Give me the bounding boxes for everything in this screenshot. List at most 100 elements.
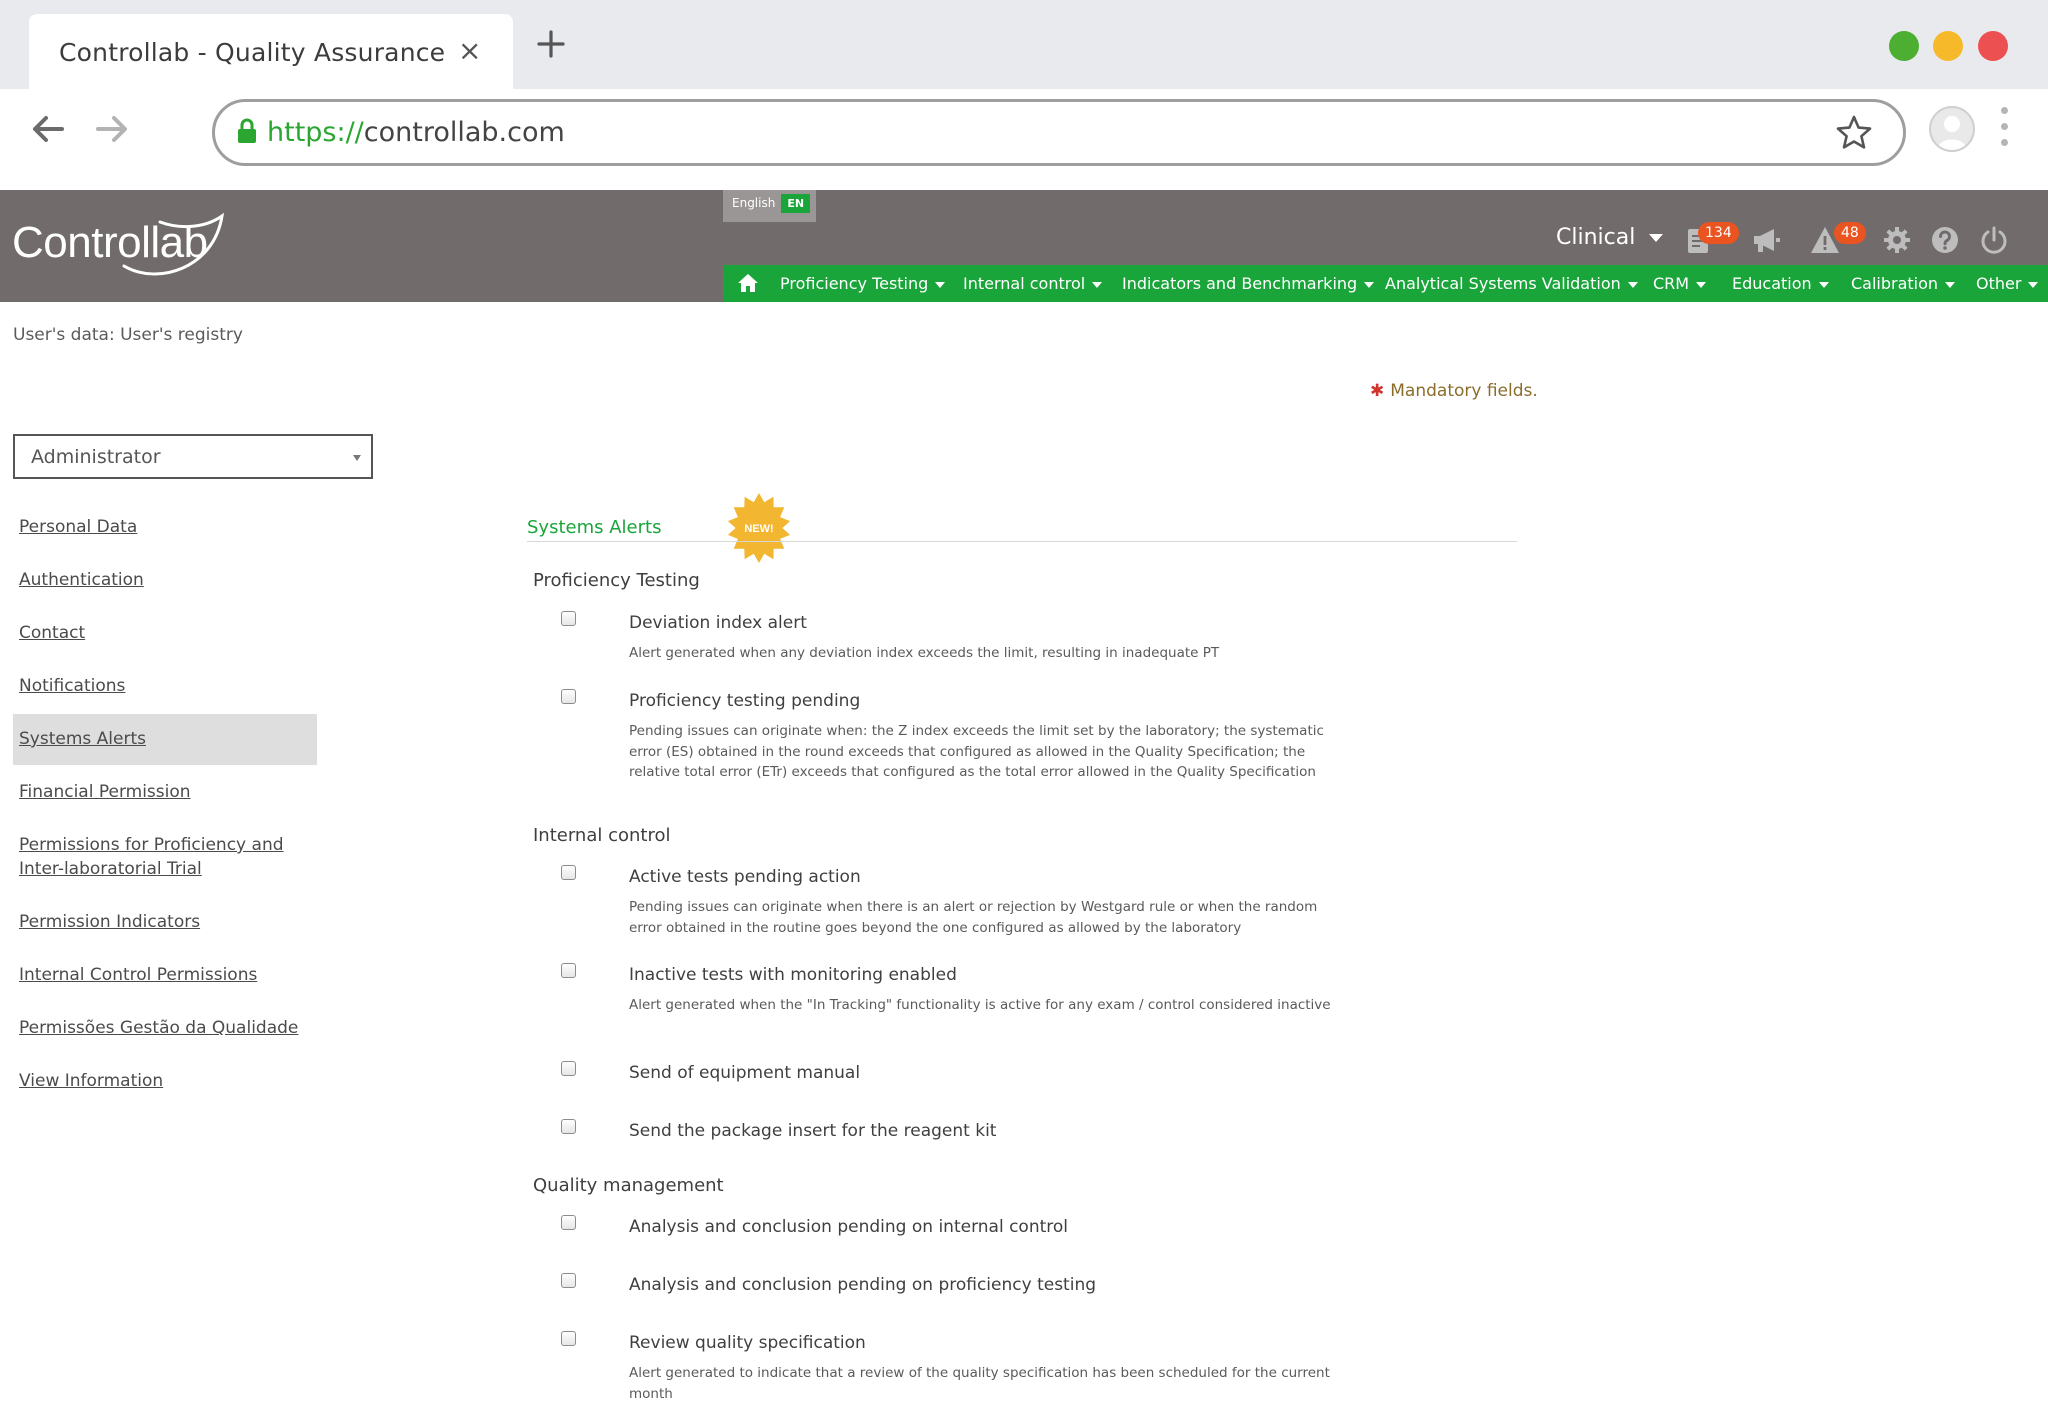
lock-icon [238, 118, 256, 143]
checkbox-active-tests-pending-action[interactable] [561, 865, 576, 880]
menu-item-proficiency-testing[interactable]: Proficiency Testing [780, 274, 946, 293]
chevron-down-icon [353, 455, 361, 461]
checkbox-deviation-index-alert[interactable] [561, 611, 576, 626]
option-label: Analysis and conclusion pending on profi… [629, 1275, 1097, 1295]
back-arrow-icon[interactable] [28, 109, 68, 149]
browser-tab-strip: Controllab - Quality Assurance × [0, 0, 2048, 89]
checkbox-send-package-insert[interactable] [561, 1119, 576, 1134]
asterisk-icon: ✱ [1370, 381, 1385, 401]
menu-item-crm[interactable]: CRM [1653, 274, 1707, 293]
menu-item-education[interactable]: Education [1732, 274, 1829, 293]
controllab-logo[interactable]: Controllab [12, 212, 226, 276]
main-menu-bar: Proficiency Testing Internal control Ind… [723, 265, 2048, 302]
browser-toolbar: https://controllab.com [0, 89, 2048, 190]
site-header: Controllab English EN Clinical 134 48 Pr… [0, 190, 2048, 302]
menu-label: Indicators and Benchmarking [1122, 274, 1358, 293]
option-description: Alert generated to indicate that a revie… [629, 1365, 1330, 1402]
group-title-quality-management: Quality management [533, 1175, 724, 1196]
option-label: Inactive tests with monitoring enabled [629, 965, 957, 985]
sidebar-item-permissoes-gestao-qualidade[interactable]: Permissões Gestão da Qualidade [13, 1016, 317, 1040]
option-description: Pending issues can originate when: the Z… [629, 723, 1324, 780]
chevron-down-icon [1092, 281, 1103, 288]
kebab-menu-icon[interactable] [1999, 107, 2009, 151]
star-icon[interactable] [1835, 114, 1873, 152]
megaphone-icon[interactable] [1750, 224, 1782, 256]
product-selector[interactable]: Clinical [1556, 225, 1664, 250]
checkbox-analysis-pending-proficiency-testing[interactable] [561, 1273, 576, 1288]
url-scheme: https:// [267, 117, 364, 148]
chevron-down-icon [1649, 234, 1664, 242]
chevron-down-icon [2028, 281, 2039, 288]
product-label: Clinical [1556, 225, 1636, 250]
sidebar-item-permissions-proficiency[interactable]: Permissions for Proficiency and Inter-la… [13, 833, 317, 881]
language-switch[interactable]: English EN [723, 190, 817, 222]
help-icon[interactable] [1929, 224, 1961, 256]
menu-item-calibration[interactable]: Calibration [1851, 274, 1956, 293]
option-label: Proficiency testing pending [629, 691, 861, 711]
menu-label: Proficiency Testing [780, 274, 929, 293]
menu-item-internal-control[interactable]: Internal control [963, 274, 1103, 293]
sidebar-item-permission-indicators[interactable]: Permission Indicators [13, 910, 317, 934]
menu-label: CRM [1653, 274, 1690, 293]
language-code: EN [781, 194, 811, 213]
checkbox-analysis-pending-internal-control[interactable] [561, 1215, 576, 1230]
section-divider [527, 541, 1517, 542]
sidebar-item-contact[interactable]: Contact [13, 621, 317, 645]
new-badge-text: NEW! [744, 523, 773, 535]
home-icon[interactable] [737, 272, 759, 294]
sidebar-item-financial-permission[interactable]: Financial Permission [13, 780, 317, 804]
sidebar-item-personal-data[interactable]: Personal Data [13, 515, 317, 539]
chevron-down-icon [1818, 281, 1829, 288]
menu-item-indicators-benchmarking[interactable]: Indicators and Benchmarking [1122, 274, 1375, 293]
reports-badge: 134 [1698, 222, 1739, 244]
gear-icon[interactable] [1881, 224, 1913, 256]
option-label: Deviation index alert [629, 613, 807, 633]
tab-title: Controllab - Quality Assurance [59, 38, 446, 67]
option-description: Alert generated when any deviation index… [629, 645, 1220, 661]
avatar-icon[interactable] [1929, 106, 1975, 152]
menu-item-analytical-systems-validation[interactable]: Analytical Systems Validation [1385, 274, 1638, 293]
avatar-silhouette [1937, 116, 1967, 150]
option-description: Pending issues can originate when there … [629, 899, 1318, 936]
checkbox-review-quality-specification[interactable] [561, 1331, 576, 1346]
mandatory-text: Mandatory fields. [1390, 381, 1538, 401]
chevron-down-icon [1696, 281, 1707, 288]
option-label: Analysis and conclusion pending on inter… [629, 1217, 1069, 1237]
sidebar-item-authentication[interactable]: Authentication [13, 568, 317, 592]
checkbox-send-equipment-manual[interactable] [561, 1061, 576, 1076]
sidebar-item-view-information[interactable]: View Information [13, 1069, 317, 1093]
menu-item-other[interactable]: Other [1976, 274, 2039, 293]
menu-label: Education [1732, 274, 1812, 293]
chevron-down-icon [1364, 281, 1375, 288]
checkbox-proficiency-testing-pending[interactable] [561, 689, 576, 704]
browser-tab[interactable]: Controllab - Quality Assurance × [29, 14, 513, 89]
new-tab-icon[interactable] [535, 28, 567, 60]
option-label: Send the package insert for the reagent … [629, 1121, 997, 1141]
menu-label: Analytical Systems Validation [1385, 274, 1621, 293]
breadcrumb: User's data: User's registry [13, 325, 243, 345]
option-label: Review quality specification [629, 1333, 866, 1353]
checkbox-inactive-tests-monitoring[interactable] [561, 963, 576, 978]
option-label: Active tests pending action [629, 867, 861, 887]
tab-close-button[interactable]: × [458, 34, 481, 67]
group-title-proficiency-testing: Proficiency Testing [533, 570, 700, 591]
window-close-button[interactable] [1978, 31, 2008, 61]
role-select-value: Administrator [31, 446, 161, 468]
chevron-down-icon [1627, 281, 1638, 288]
option-description: Alert generated when the "In Tracking" f… [629, 997, 1331, 1013]
sidebar-item-systems-alerts[interactable]: Systems Alerts [13, 714, 317, 765]
sidebar-item-notifications[interactable]: Notifications [13, 674, 317, 698]
window-maximize-button[interactable] [1889, 31, 1919, 61]
url-text[interactable]: https://controllab.com [267, 117, 565, 148]
group-title-internal-control: Internal control [533, 825, 671, 846]
role-select[interactable]: Administrator [13, 434, 373, 479]
power-icon[interactable] [1978, 224, 2010, 256]
mandatory-note: ✱ Mandatory fields. [1370, 381, 1538, 401]
menu-label: Other [1976, 274, 2022, 293]
option-label: Send of equipment manual [629, 1063, 861, 1083]
chevron-down-icon [935, 281, 946, 288]
sidebar-item-internal-control-permissions[interactable]: Internal Control Permissions [13, 963, 317, 987]
address-bar[interactable]: https://controllab.com [212, 99, 1906, 166]
window-minimize-button[interactable] [1933, 31, 1963, 61]
forward-arrow-icon[interactable] [92, 109, 132, 149]
